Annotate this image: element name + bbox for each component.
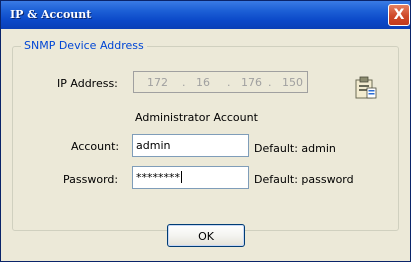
text-cursor xyxy=(181,171,182,183)
password-input[interactable]: ******** xyxy=(132,166,249,189)
account-default-hint: Default: admin xyxy=(254,142,336,155)
account-value: admin xyxy=(136,139,171,152)
groupbox-title: SNMP Device Address xyxy=(21,39,147,52)
account-label: Account: xyxy=(71,140,120,153)
ok-button-label: OK xyxy=(198,230,214,243)
password-label: Password: xyxy=(63,173,119,186)
ip-address-label: IP Address: xyxy=(57,77,118,90)
ip-octet-2: 16 xyxy=(196,76,210,89)
device-info-icon[interactable] xyxy=(354,76,378,100)
ip-octet-4: 150 xyxy=(282,76,303,89)
dialog-body: SNMP Device Address IP Address: 172 . 16… xyxy=(1,29,410,261)
ip-octet-3: 176 xyxy=(241,76,262,89)
ip-address-field: 172 . 16 . 176 . 150 xyxy=(133,71,308,93)
ip-octet-1: 172 xyxy=(147,76,168,89)
close-icon: X xyxy=(393,7,405,23)
ok-button[interactable]: OK xyxy=(167,224,245,247)
ip-dot-3: . xyxy=(268,76,272,89)
account-input[interactable]: admin xyxy=(132,134,249,157)
ip-dot-2: . xyxy=(227,76,231,89)
password-value: ******** xyxy=(136,171,180,184)
close-button[interactable]: X xyxy=(388,4,410,26)
password-default-hint: Default: password xyxy=(254,173,354,186)
ip-account-dialog: IP & Account X SNMP Device Address IP Ad… xyxy=(0,0,411,262)
admin-account-heading: Administrator Account xyxy=(135,111,258,124)
title-bar[interactable]: IP & Account X xyxy=(1,1,410,29)
window-title: IP & Account xyxy=(10,8,92,21)
ip-dot-1: . xyxy=(182,76,186,89)
